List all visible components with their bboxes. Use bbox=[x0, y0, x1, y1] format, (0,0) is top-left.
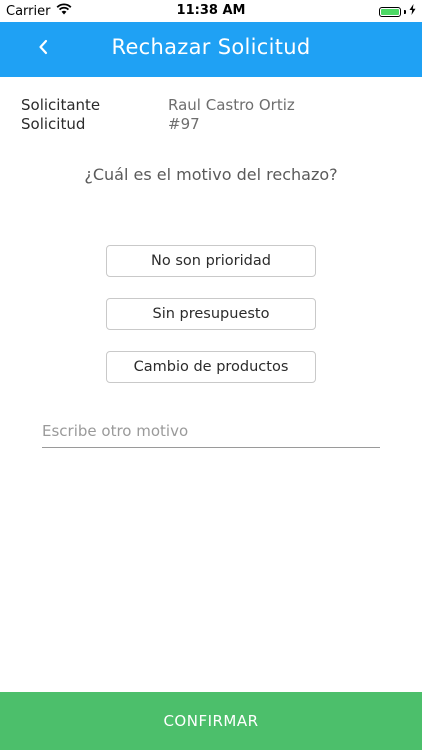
other-reason-input[interactable] bbox=[42, 414, 380, 448]
status-bar: Carrier 11:38 AM bbox=[0, 0, 422, 22]
battery-cap bbox=[404, 9, 406, 14]
requester-value: Raul Castro Ortiz bbox=[168, 96, 295, 114]
reason-product-change-button[interactable]: Cambio de productos bbox=[106, 351, 316, 383]
reason-not-priority-button[interactable]: No son prioridad bbox=[106, 245, 316, 277]
request-info: Solicitante Raul Castro Ortiz Solicitud … bbox=[21, 96, 295, 134]
battery-icon bbox=[379, 6, 401, 17]
rejection-question: ¿Cuál es el motivo del rechazo? bbox=[84, 165, 338, 184]
requester-row: Solicitante Raul Castro Ortiz bbox=[21, 96, 295, 115]
app-header: Rechazar Solicitud bbox=[0, 22, 422, 77]
page-title: Rechazar Solicitud bbox=[111, 35, 311, 59]
status-right bbox=[379, 4, 416, 19]
confirm-button[interactable]: CONFIRMAR bbox=[0, 692, 422, 750]
request-value: #97 bbox=[168, 115, 200, 133]
requester-label: Solicitante bbox=[21, 96, 101, 114]
request-label: Solicitud bbox=[21, 115, 86, 133]
request-row: Solicitud #97 bbox=[21, 115, 295, 134]
bolt-icon bbox=[409, 4, 416, 19]
reason-no-budget-button[interactable]: Sin presupuesto bbox=[106, 298, 316, 330]
status-time: 11:38 AM bbox=[176, 3, 246, 18]
